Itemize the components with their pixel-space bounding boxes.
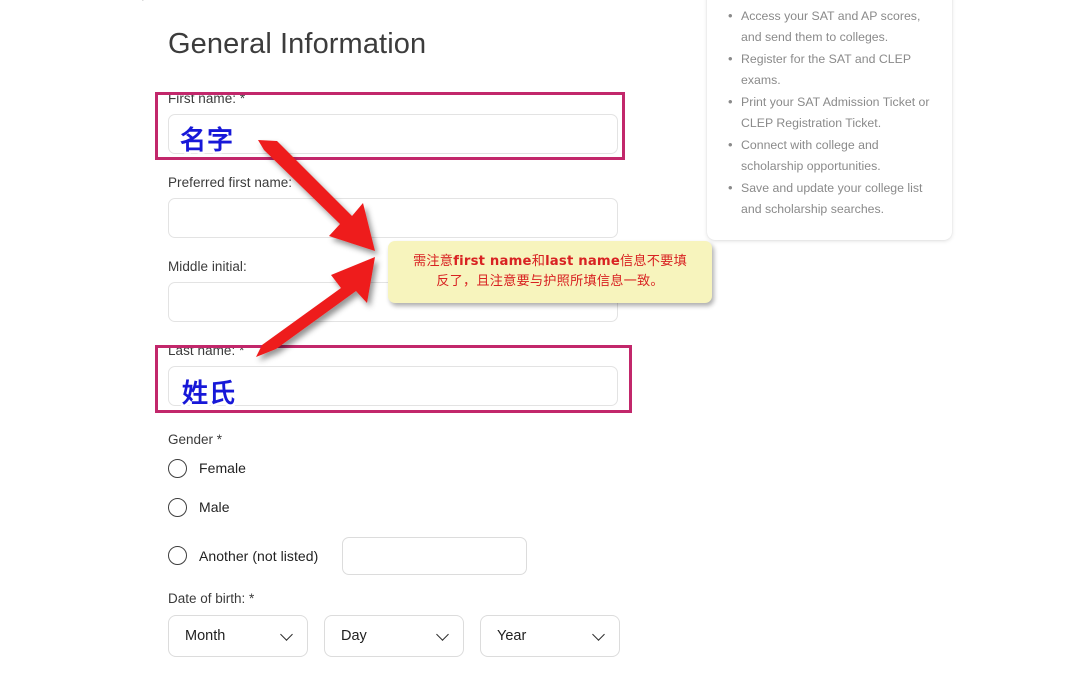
middle-initial-label: Middle initial:: [168, 259, 247, 275]
page-title: General Information: [168, 28, 427, 60]
gender-group: Gender * Female Male Another (not listed…: [168, 432, 638, 575]
list-item: Print your SAT Admission Ticket or CLEP …: [728, 91, 936, 134]
gender-option-label: Female: [199, 460, 246, 477]
gender-option-another[interactable]: Another (not listed): [168, 536, 638, 575]
first-name-field: First name: *: [168, 91, 638, 155]
date-of-birth-selects: Month Day Year: [168, 614, 638, 657]
list-item: Connect with college and scholarship opp…: [728, 134, 936, 177]
radio-icon[interactable]: [168, 458, 187, 478]
gender-option-male[interactable]: Male: [168, 497, 638, 517]
preferred-first-name-label: Preferred first name:: [168, 175, 293, 191]
chevron-down-icon: [280, 627, 293, 641]
gender-another-input[interactable]: [342, 536, 528, 575]
gender-option-female[interactable]: Female: [168, 458, 638, 478]
gender-option-label: Another (not listed): [199, 547, 319, 564]
top-cutoff-text: ·: [141, 0, 145, 1]
date-of-birth-label: Date of birth: *: [168, 590, 255, 606]
middle-initial-field: Middle initial:: [168, 259, 638, 322]
last-name-label: Last name: *: [168, 342, 245, 358]
day-select[interactable]: Day: [324, 614, 464, 657]
list-item: Access your SAT and AP scores, and send …: [728, 5, 936, 48]
preferred-first-name-field: Preferred first name:: [168, 175, 638, 239]
month-select[interactable]: Month: [168, 614, 308, 657]
first-name-label: First name: *: [168, 91, 246, 107]
last-name-input[interactable]: [168, 365, 618, 406]
date-of-birth-group: Date of birth: * Month Day Year: [168, 591, 638, 657]
list-item: Save and update your college list and sc…: [728, 177, 936, 220]
preferred-first-name-input[interactable]: [168, 198, 618, 239]
gender-label: Gender *: [168, 431, 223, 447]
gender-option-label: Male: [199, 499, 230, 516]
first-name-input[interactable]: [168, 114, 618, 155]
list-item: Register for the SAT and CLEP exams.: [728, 48, 936, 91]
year-select[interactable]: Year: [480, 614, 620, 657]
year-select-value: Year: [497, 627, 527, 644]
last-name-field: Last name: *: [168, 343, 638, 406]
radio-icon[interactable]: [168, 546, 187, 566]
benefits-list: Access your SAT and AP scores, and send …: [725, 5, 936, 220]
page-root: · General Information First name: * Pref…: [0, 0, 1080, 693]
middle-initial-input[interactable]: [168, 281, 618, 322]
radio-icon[interactable]: [168, 497, 187, 517]
general-information-form: General Information First name: * Prefer…: [168, 28, 638, 657]
chevron-down-icon: [592, 627, 605, 641]
benefits-card: Access your SAT and AP scores, and send …: [707, 0, 952, 240]
month-select-value: Month: [185, 627, 226, 644]
day-select-value: Day: [341, 627, 367, 644]
chevron-down-icon: [436, 627, 449, 641]
